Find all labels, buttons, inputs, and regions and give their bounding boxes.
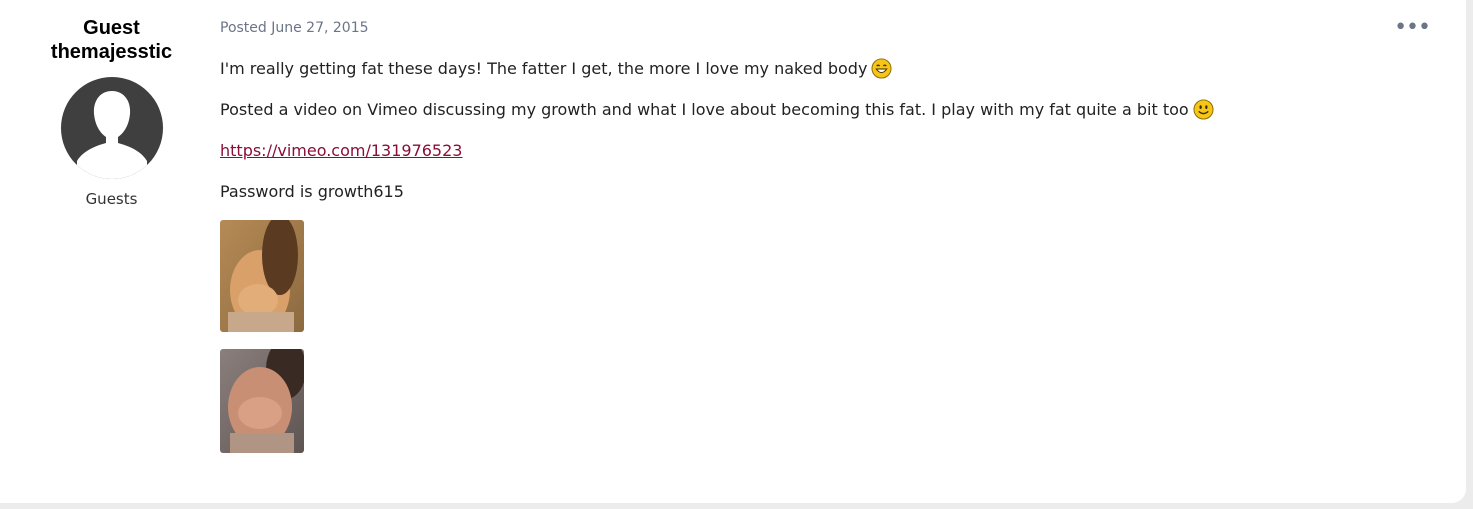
author-name-line1: Guest [83,17,140,39]
photo-thumbnail [220,220,304,332]
author-panel: Guest themajesstic Guests [20,16,203,208]
post-text-4: Password is growth615 [220,182,404,201]
post-text-1: I'm really getting fat these days! The f… [220,59,868,78]
author-name[interactable]: Guest themajesstic [20,16,203,64]
grin-emoji-icon [871,58,892,79]
forum-post: Guest themajesstic Guests Posted June 27… [0,0,1466,503]
ellipsis-icon: ••• [1394,15,1431,40]
post-content: Posted June 27, 2015 I'm really getting … [220,18,1450,470]
post-text-2: Posted a video on Vimeo discussing my gr… [220,100,1189,119]
post-paragraph: Password is growth615 [220,179,1450,204]
photo-attachment-2[interactable] [220,349,304,453]
photo-thumbnail [220,349,304,453]
post-paragraph: Posted a video on Vimeo discussing my gr… [220,97,1450,122]
post-date[interactable]: Posted June 27, 2015 [220,20,1450,36]
vimeo-link[interactable]: https://vimeo.com/131976523 [220,141,462,160]
post-body: I'm really getting fat these days! The f… [220,56,1450,453]
post-paragraph: I'm really getting fat these days! The f… [220,56,1450,81]
smile-emoji-icon [1193,99,1214,120]
photo-attachment-1[interactable] [220,220,304,332]
author-name-line2: themajesstic [50,41,173,63]
post-paragraph: https://vimeo.com/131976523 [220,138,1450,163]
post-options-button[interactable]: ••• [1394,17,1431,39]
author-group: Guests [85,190,138,208]
default-person-avatar-icon [76,91,147,179]
avatar[interactable] [60,77,163,179]
